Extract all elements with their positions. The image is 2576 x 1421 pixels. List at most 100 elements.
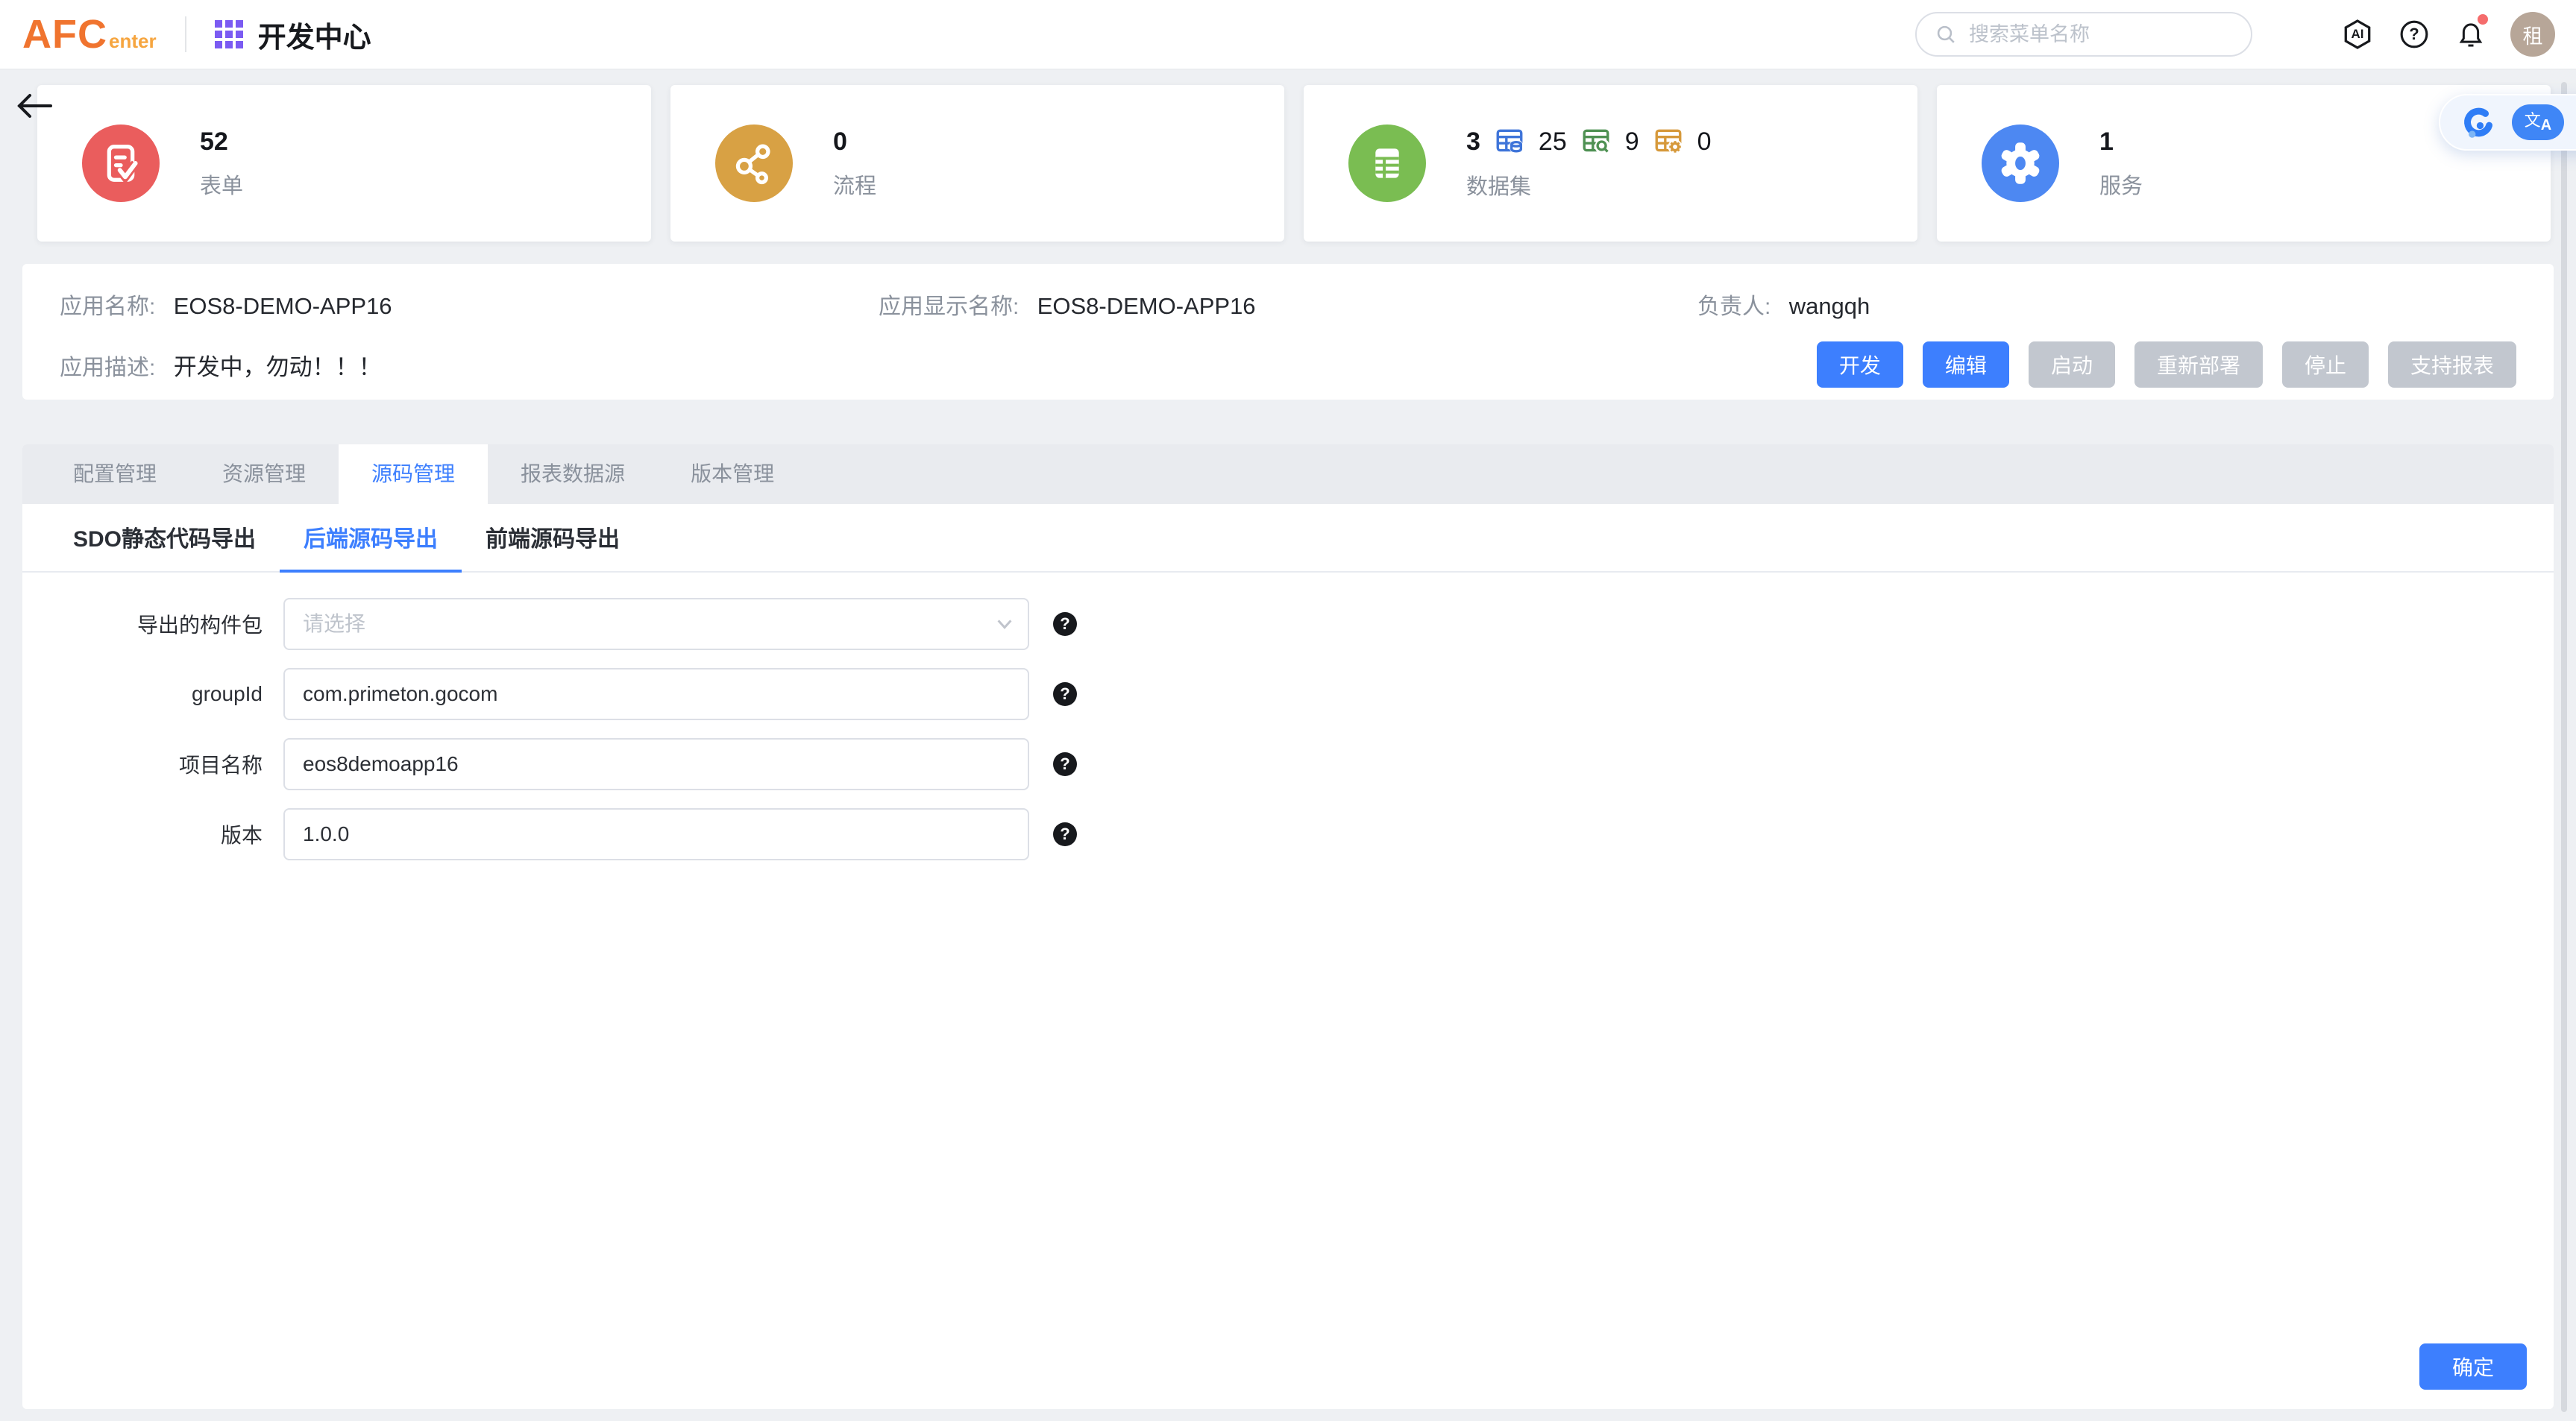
services-label: 服务 <box>2099 168 2143 200</box>
tab-resource-management[interactable]: 资源管理 <box>189 444 339 504</box>
project-name-field <box>283 738 1029 790</box>
confirm-button[interactable]: 确定 <box>2419 1343 2527 1390</box>
datasets-count-2: 9 <box>1625 127 1639 157</box>
afcenter-logo[interactable]: AFC enter <box>22 14 157 54</box>
datasets-total: 3 <box>1466 127 1480 157</box>
processes-count: 0 <box>833 127 876 157</box>
subtab-backend-export[interactable]: 后端源码导出 <box>280 504 462 573</box>
notification-dot <box>2478 14 2488 25</box>
form-row-project-name: 项目名称 ? <box>22 738 2554 790</box>
stat-card-processes-text: 0 流程 <box>833 127 876 200</box>
back-arrow-icon <box>15 89 54 122</box>
dataset-icon <box>1348 125 1426 202</box>
assistant-float-widget[interactable]: 文 A <box>2439 94 2576 151</box>
groupid-help-icon[interactable]: ? <box>1053 682 1077 706</box>
backend-export-form: 导出的构件包 ? groupId ? 项目名称 <box>22 573 2554 860</box>
version-help-icon[interactable]: ? <box>1053 822 1077 846</box>
avatar-text: 租 <box>2523 20 2543 49</box>
app-info-panel: 应用名称: EOS8-DEMO-APP16 应用显示名称: EOS8-DEMO-… <box>22 264 2554 400</box>
logo-sub-text: enter <box>109 30 157 53</box>
help-icon[interactable]: ? <box>2397 17 2431 51</box>
menu-search-box[interactable] <box>1915 12 2252 57</box>
project-name-field-label: 项目名称 <box>22 749 283 779</box>
app-name-value: EOS8-DEMO-APP16 <box>174 293 392 319</box>
package-help-icon[interactable]: ? <box>1053 612 1077 636</box>
app-desc-value: 开发中，勿动！！！ <box>174 354 382 380</box>
app-name-label: 应用名称: <box>60 294 155 319</box>
notification-bell-icon[interactable] <box>2454 17 2488 51</box>
form-row-groupid: groupId ? <box>22 668 2554 720</box>
top-bar: AFC enter 开发中心 AI ? <box>0 0 2576 70</box>
ai-assistant-icon[interactable]: AI <box>2340 17 2375 51</box>
scrollbar[interactable] <box>2561 82 2567 1412</box>
app-desc-item: 应用描述: 开发中，勿动！！！ <box>60 348 382 382</box>
subtab-frontend-export[interactable]: 前端源码导出 <box>462 504 644 573</box>
app-info-row2: 应用描述: 开发中，勿动！！！ 开发 编辑 启动 重新部署 停止 支持报表 <box>60 341 2516 388</box>
search-input[interactable] <box>1969 23 2233 46</box>
app-owner-item: 负责人: wangqh <box>1697 288 2516 321</box>
help-glyph: ? <box>1060 754 1069 774</box>
app-grid-icon[interactable] <box>215 20 243 48</box>
logo-main-text: AFC <box>22 14 107 54</box>
search-icon <box>1935 23 1957 45</box>
package-select-input[interactable] <box>283 598 1029 650</box>
form-row-package: 导出的构件包 ? <box>22 598 2554 650</box>
page-title: 开发中心 <box>258 14 371 55</box>
help-glyph: ? <box>1060 825 1069 844</box>
groupid-input[interactable] <box>283 668 1029 720</box>
app-display-name-value: EOS8-DEMO-APP16 <box>1037 293 1256 319</box>
processes-label: 流程 <box>833 168 876 200</box>
topbar-right: AI ? 租 <box>1915 12 2555 57</box>
service-icon <box>1982 125 2059 202</box>
stat-cards-row: 52 表单 0 流程 <box>37 85 2551 242</box>
package-field-label: 导出的构件包 <box>22 609 283 639</box>
stat-card-processes: 0 流程 <box>670 85 1284 242</box>
report-support-button[interactable]: 支持报表 <box>2388 341 2516 388</box>
services-count: 1 <box>2099 127 2143 157</box>
help-glyph-text: ? <box>2409 25 2419 44</box>
start-button[interactable]: 启动 <box>2029 341 2115 388</box>
version-input[interactable] <box>283 808 1029 860</box>
tab-config-management[interactable]: 配置管理 <box>40 444 189 504</box>
stat-card-forms-text: 52 表单 <box>200 127 243 200</box>
ai-badge-text: AI <box>2352 27 2364 42</box>
groupid-field <box>283 668 1029 720</box>
tab-report-datasource[interactable]: 报表数据源 <box>488 444 658 504</box>
translate-icon[interactable]: 文 A <box>2512 104 2564 140</box>
redeploy-button[interactable]: 重新部署 <box>2134 341 2263 388</box>
help-glyph: ? <box>1060 614 1069 634</box>
tab-source-management[interactable]: 源码管理 <box>339 444 488 504</box>
back-button[interactable] <box>15 89 54 128</box>
main-tab-bar: 配置管理 资源管理 源码管理 报表数据源 版本管理 <box>22 444 2554 504</box>
datasets-count-1: 25 <box>1539 127 1567 157</box>
subtab-sdo-static-export[interactable]: SDO静态代码导出 <box>49 504 280 573</box>
stat-card-datasets-text: 3 25 <box>1466 126 1712 201</box>
edit-button[interactable]: 编辑 <box>1923 341 2009 388</box>
project-name-input[interactable] <box>283 738 1029 790</box>
datasets-label: 数据集 <box>1466 169 1712 201</box>
app-name-item: 应用名称: EOS8-DEMO-APP16 <box>60 288 879 321</box>
app-owner-value: wangqh <box>1789 293 1870 319</box>
stat-card-forms: 52 表单 <box>37 85 651 242</box>
version-field <box>283 808 1029 860</box>
stat-card-services-text: 1 服务 <box>2099 127 2143 200</box>
translate-zh-glyph: 文 <box>2525 107 2541 131</box>
forms-label: 表单 <box>200 168 243 200</box>
stop-button[interactable]: 停止 <box>2282 341 2369 388</box>
dataset-query-icon <box>1580 126 1612 157</box>
main-panel: 配置管理 资源管理 源码管理 报表数据源 版本管理 SDO静态代码导出 后端源码… <box>22 444 2554 1409</box>
tenant-avatar[interactable]: 租 <box>2510 12 2555 57</box>
develop-button[interactable]: 开发 <box>1817 341 1903 388</box>
datasets-count-3: 0 <box>1697 127 1712 157</box>
assistant-logo-icon[interactable] <box>2458 104 2495 141</box>
app-desc-label: 应用描述: <box>60 356 155 380</box>
project-name-help-icon[interactable]: ? <box>1053 752 1077 776</box>
app-action-buttons: 开发 编辑 启动 重新部署 停止 支持报表 <box>1817 341 2516 388</box>
process-icon <box>715 125 793 202</box>
export-subtab-bar: SDO静态代码导出 后端源码导出 前端源码导出 <box>22 504 2554 573</box>
tab-version-management[interactable]: 版本管理 <box>658 444 807 504</box>
package-select[interactable] <box>283 598 1029 650</box>
translate-en-glyph: A <box>2541 117 2551 134</box>
app-owner-label: 负责人: <box>1697 294 1771 319</box>
version-field-label: 版本 <box>22 819 283 849</box>
